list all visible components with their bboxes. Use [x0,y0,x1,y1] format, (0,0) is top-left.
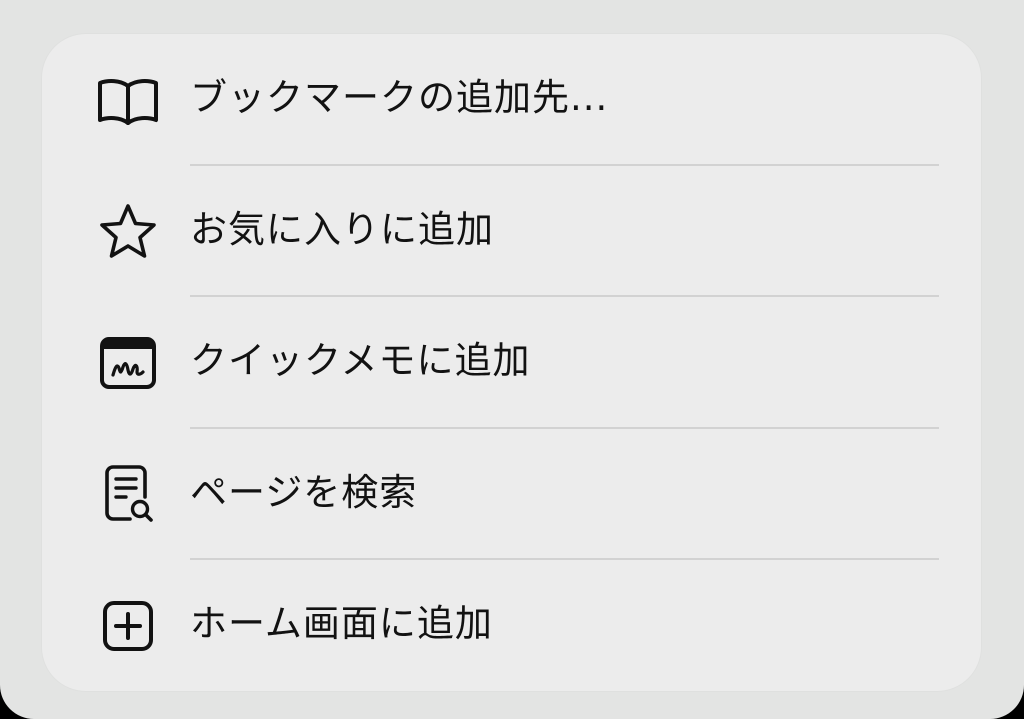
menu-item-label: ブックマークの追加先... [190,76,609,119]
add-square-icon [96,598,160,654]
actions-menu: ブックマークの追加先... お気に入りに追加 クイックメモに追加 ページを検索 … [42,34,981,691]
menu-item-add-to-home-screen[interactable]: ホーム画面に追加 [42,560,981,691]
quick-note-icon [96,335,160,391]
menu-item-add-bookmark[interactable]: ブックマークの追加先... [42,34,981,166]
book-icon [96,72,160,128]
menu-item-add-favorite[interactable]: お気に入りに追加 [42,166,981,297]
find-in-page-icon [96,464,160,523]
menu-item-find-in-page[interactable]: ページを検索 [42,429,981,560]
menu-item-label: ページを検索 [190,470,418,514]
menu-item-add-quick-note[interactable]: クイックメモに追加 [42,297,981,429]
menu-item-label: クイックメモに追加 [190,339,531,382]
star-icon [96,203,160,260]
menu-item-label: お気に入りに追加 [190,207,494,251]
menu-item-label: ホーム画面に追加 [190,602,493,645]
